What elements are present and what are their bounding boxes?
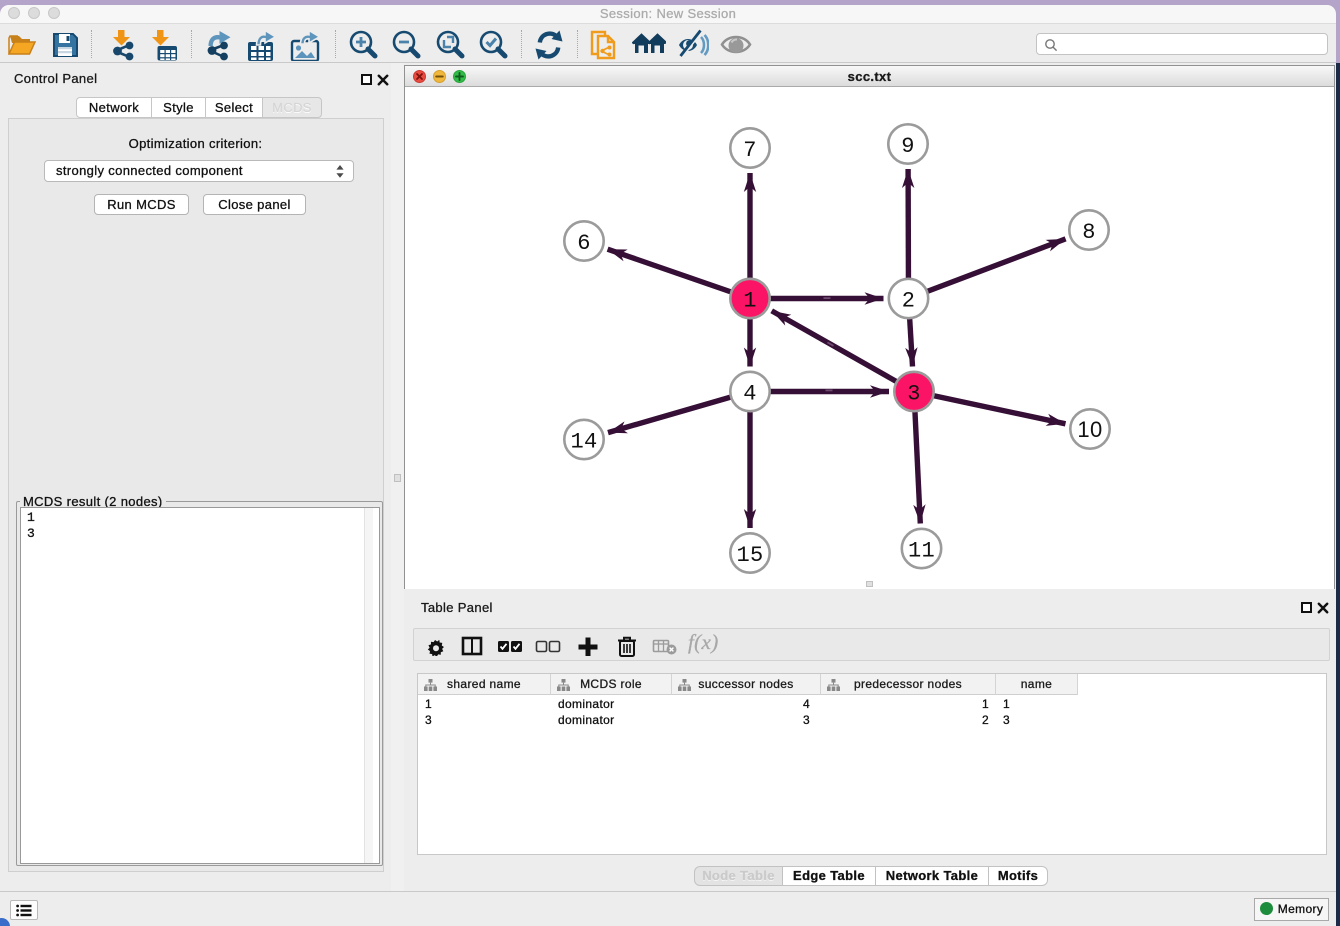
svg-text:15: 15 bbox=[736, 543, 763, 568]
svg-text:14: 14 bbox=[570, 430, 597, 455]
svg-text:1: 1 bbox=[743, 289, 757, 314]
svg-text:9: 9 bbox=[901, 134, 915, 159]
svg-text:3: 3 bbox=[907, 382, 921, 407]
svg-text:11: 11 bbox=[908, 539, 935, 564]
svg-text:10: 10 bbox=[1077, 417, 1102, 442]
svg-text:2: 2 bbox=[902, 289, 916, 314]
svg-text:7: 7 bbox=[743, 138, 757, 163]
svg-text:4: 4 bbox=[743, 382, 757, 407]
svg-text:8: 8 bbox=[1082, 220, 1096, 245]
svg-text:6: 6 bbox=[577, 231, 591, 256]
